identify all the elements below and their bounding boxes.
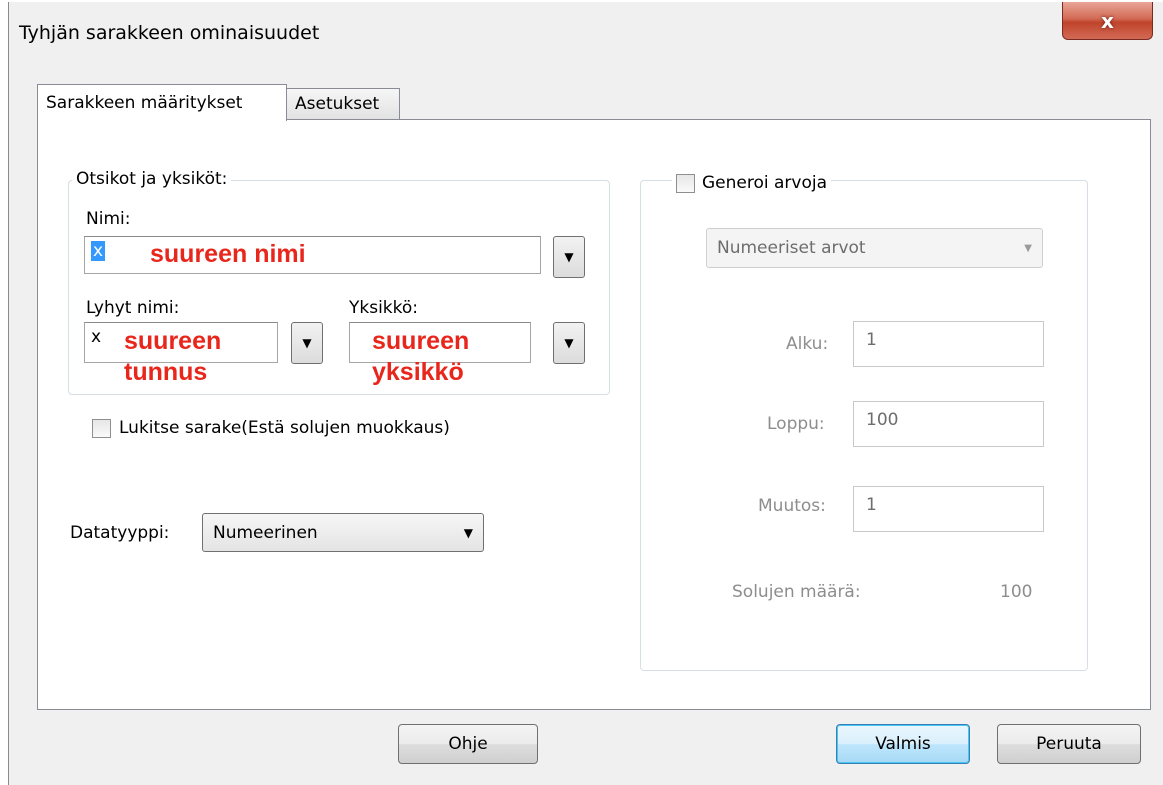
tab-label: Sarakkeen määritykset bbox=[46, 93, 243, 113]
lock-column-label: Lukitse sarake(Estä solujen muokkaus) bbox=[119, 418, 450, 438]
name-dropdown-button[interactable]: ▼ bbox=[553, 236, 585, 278]
window-title: Tyhjän sarakkeen ominaisuudet bbox=[19, 22, 320, 44]
datatype-label: Datatyyppi: bbox=[70, 523, 170, 543]
name-label: Nimi: bbox=[86, 209, 131, 229]
chevron-down-icon: ▼ bbox=[564, 250, 574, 264]
help-button-label: Ohje bbox=[448, 734, 488, 754]
end-value: 100 bbox=[866, 410, 899, 430]
short-name-dropdown-button[interactable]: ▼ bbox=[291, 322, 323, 364]
cancel-button-label: Peruuta bbox=[1036, 734, 1102, 754]
group-legend: Otsikot ja yksiköt: bbox=[72, 169, 232, 189]
start-label: Alku: bbox=[786, 334, 829, 354]
step-label: Muutos: bbox=[758, 496, 826, 516]
chevron-down-icon: ▼ bbox=[463, 525, 473, 540]
close-button[interactable]: x bbox=[1062, 2, 1153, 40]
datatype-select[interactable]: Numeerinen ▼ bbox=[202, 513, 484, 552]
ok-button[interactable]: Valmis bbox=[836, 724, 970, 764]
name-annotation: suureen nimi bbox=[150, 240, 306, 268]
step-value: 1 bbox=[866, 495, 877, 515]
generate-label: Generoi arvoja bbox=[702, 173, 828, 193]
dialog-window: Tyhjän sarakkeen ominaisuudet x Sarakkee… bbox=[8, 2, 1163, 785]
unit-dropdown-button[interactable]: ▼ bbox=[553, 322, 585, 364]
unit-label: Yksikkö: bbox=[349, 298, 419, 318]
cell-count-value: 100 bbox=[1000, 582, 1033, 602]
cancel-button[interactable]: Peruuta bbox=[997, 724, 1141, 764]
cell-count-label: Solujen määrä: bbox=[732, 582, 861, 602]
help-button[interactable]: Ohje bbox=[398, 724, 538, 764]
generate-checkbox[interactable] bbox=[676, 173, 695, 193]
generate-legend: Generoi arvoja bbox=[672, 173, 832, 193]
generate-mode-select[interactable]: Numeeriset arvot ▼ bbox=[706, 228, 1043, 268]
start-input[interactable]: 1 bbox=[853, 321, 1044, 367]
start-value: 1 bbox=[866, 330, 877, 350]
short-name-value: x bbox=[91, 327, 102, 347]
name-value: x bbox=[91, 241, 106, 261]
short-name-label: Lyhyt nimi: bbox=[86, 298, 180, 318]
short-name-annotation-line1: suureen bbox=[124, 327, 222, 355]
chevron-down-icon: ▼ bbox=[1024, 242, 1032, 254]
close-icon: x bbox=[1101, 8, 1114, 33]
tab-label: Asetukset bbox=[295, 94, 380, 114]
end-label: Loppu: bbox=[767, 414, 825, 434]
tab-settings[interactable]: Asetukset bbox=[286, 88, 400, 119]
tab-panel: Otsikot ja yksiköt: Nimi: x suureen nimi… bbox=[37, 119, 1151, 710]
unit-annotation-line2: yksikkö bbox=[372, 358, 464, 386]
generate-mode-selected: Numeeriset arvot bbox=[717, 238, 866, 258]
chevron-down-icon: ▼ bbox=[302, 336, 312, 350]
end-input[interactable]: 100 bbox=[853, 401, 1044, 447]
tab-column-definitions[interactable]: Sarakkeen määritykset bbox=[37, 84, 287, 121]
step-input[interactable]: 1 bbox=[853, 486, 1044, 532]
short-name-annotation-line2: tunnus bbox=[124, 358, 208, 386]
lock-column-checkbox[interactable] bbox=[92, 419, 111, 438]
chevron-down-icon: ▼ bbox=[564, 336, 574, 350]
unit-annotation-line1: suureen bbox=[372, 327, 470, 355]
datatype-selected: Numeerinen bbox=[213, 522, 318, 543]
ok-button-label: Valmis bbox=[875, 734, 931, 754]
